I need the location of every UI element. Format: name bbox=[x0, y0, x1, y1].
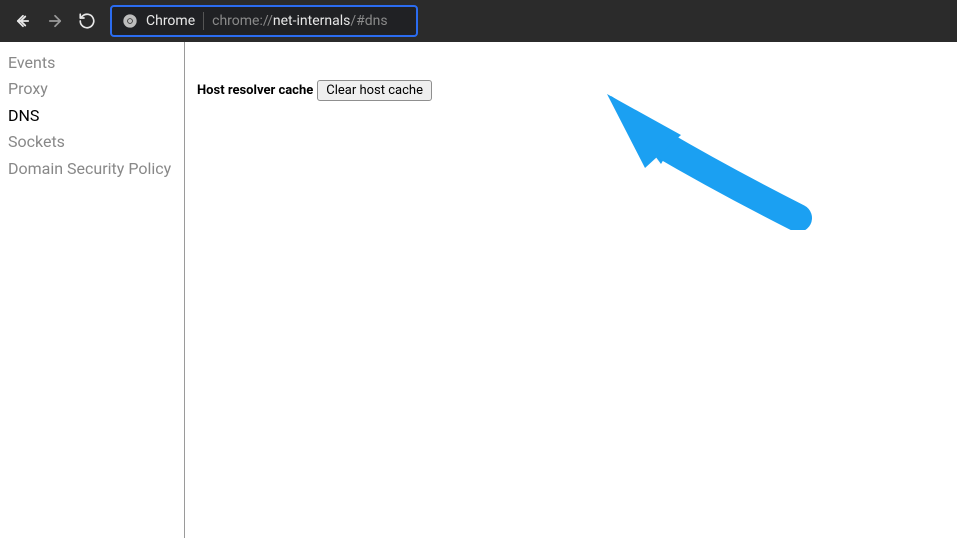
chrome-icon bbox=[122, 13, 138, 29]
back-icon[interactable] bbox=[14, 12, 32, 30]
clear-host-cache-button[interactable]: Clear host cache bbox=[317, 80, 432, 101]
url-scheme: chrome:// bbox=[212, 13, 273, 29]
address-bar[interactable]: Chrome chrome://net-internals/#dns bbox=[110, 5, 418, 37]
url-host: net-internals bbox=[273, 13, 350, 29]
sidebar-item-dns[interactable]: DNS bbox=[8, 103, 184, 129]
reload-icon[interactable] bbox=[78, 12, 96, 30]
browser-toolbar: Chrome chrome://net-internals/#dns bbox=[0, 0, 957, 42]
chrome-label: Chrome bbox=[146, 13, 195, 29]
url-path: /#dns bbox=[350, 13, 387, 29]
sidebar-item-sockets[interactable]: Sockets bbox=[8, 129, 184, 155]
content-area: Events Proxy DNS Sockets Domain Security… bbox=[0, 42, 957, 538]
url-text: chrome://net-internals/#dns bbox=[212, 13, 387, 29]
sidebar: Events Proxy DNS Sockets Domain Security… bbox=[0, 42, 185, 538]
host-resolver-cache-label: Host resolver cache bbox=[197, 83, 313, 98]
host-resolver-row: Host resolver cache Clear host cache bbox=[197, 80, 945, 101]
forward-icon[interactable] bbox=[46, 12, 64, 30]
main-content: Host resolver cache Clear host cache bbox=[185, 42, 957, 538]
sidebar-item-events[interactable]: Events bbox=[8, 50, 184, 76]
sidebar-item-domain-security-policy[interactable]: Domain Security Policy bbox=[8, 156, 184, 182]
nav-buttons bbox=[8, 12, 102, 30]
address-divider bbox=[203, 12, 204, 30]
sidebar-item-proxy[interactable]: Proxy bbox=[8, 76, 184, 102]
arrow-annotation-icon bbox=[603, 90, 813, 234]
